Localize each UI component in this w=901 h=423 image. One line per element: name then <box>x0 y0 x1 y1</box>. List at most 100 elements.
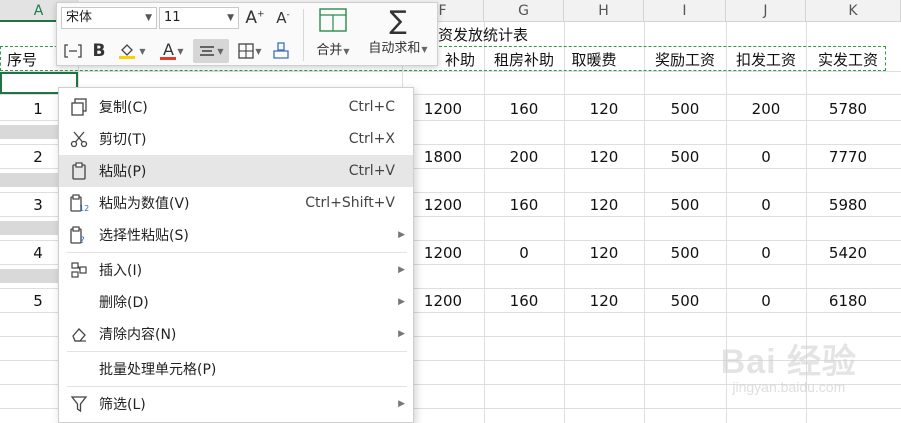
menu-item-paste-values[interactable]: 12 粘贴为数值(V) Ctrl+Shift+V <box>59 187 413 219</box>
grid-line <box>564 22 565 423</box>
autosum-label: 自动求和 <box>368 41 421 56</box>
toolbar-separator <box>303 9 304 61</box>
column-header-i[interactable]: I <box>644 0 726 22</box>
paint-bucket-icon <box>119 44 136 59</box>
cell-allowance[interactable]: 1200 <box>402 240 484 266</box>
merge-cells-icon <box>319 8 347 32</box>
format-brush-button[interactable] <box>61 39 85 63</box>
cell-rent[interactable]: 160 <box>484 96 564 122</box>
menu-item-paste[interactable]: 粘贴(P) Ctrl+V <box>59 155 413 187</box>
chevron-down-icon: ▼ <box>255 46 262 56</box>
cell-heating[interactable]: 120 <box>564 192 644 218</box>
chevron-down-icon: ▼ <box>343 47 350 56</box>
border-grid-icon <box>238 43 255 59</box>
cell-deduction[interactable]: 0 <box>726 240 806 266</box>
merge-label: 合并 <box>316 43 343 58</box>
menu-item-delete[interactable]: 删除(D) ▶ <box>59 286 413 318</box>
chevron-down-icon: ▼ <box>139 46 146 56</box>
border-button[interactable]: ▼ <box>233 39 267 63</box>
cell-bonus[interactable]: 500 <box>644 240 726 266</box>
column-header-g[interactable]: G <box>484 0 564 22</box>
row-band <box>0 125 58 139</box>
cell-rent[interactable]: 0 <box>484 240 564 266</box>
menu-item-copy[interactable]: 复制(C) Ctrl+C <box>59 91 413 123</box>
row-band <box>0 269 58 283</box>
mini-toolbar: 宋体 ▼ 11 ▼ A+ A- B ▼ A ▼ ▼ ▼ 合并▼ ∑ 自动求和▼ <box>56 2 438 66</box>
cell-net-pay[interactable]: 5980 <box>806 192 890 218</box>
watermark-brand: Bai 经验 <box>720 343 857 381</box>
menu-item-clear-contents[interactable]: 清除内容(N) ▶ <box>59 318 413 350</box>
font-name-select[interactable]: 宋体 ▼ <box>61 7 157 29</box>
font-size-select[interactable]: 11 ▼ <box>159 7 239 29</box>
shrink-font-button[interactable]: A- <box>271 6 295 30</box>
cell-allowance[interactable]: 1200 <box>402 96 484 122</box>
baidu-watermark: Bai 经验 jingyan.baidu.com <box>721 334 857 395</box>
format-painter-button[interactable] <box>269 39 293 63</box>
cell-bonus[interactable]: 500 <box>644 96 726 122</box>
font-size-value: 11 <box>164 10 181 25</box>
cell-rent[interactable]: 200 <box>484 144 564 170</box>
font-color-button[interactable]: A ▼ <box>155 39 189 63</box>
cell-net-pay[interactable]: 7770 <box>806 144 890 170</box>
chevron-right-icon: ▶ <box>398 399 405 409</box>
menu-item-label: 选择性粘贴(S) <box>99 228 189 244</box>
row-band <box>0 173 58 187</box>
merge-button[interactable]: 合并▼ <box>307 7 359 58</box>
bold-button[interactable]: B <box>87 39 111 63</box>
grow-font-button[interactable]: A+ <box>243 6 267 30</box>
format-painter-icon <box>273 42 289 59</box>
clipboard-numbers-icon: 12 <box>59 187 99 219</box>
menu-separator <box>67 386 407 387</box>
chevron-right-icon: ▶ <box>398 329 405 339</box>
cell-rent[interactable]: 160 <box>484 288 564 314</box>
grow-font-icon: A+ <box>245 8 265 28</box>
cell-net-pay[interactable]: 6180 <box>806 288 890 314</box>
chevron-down-icon: ▼ <box>145 13 152 23</box>
cell-bonus[interactable]: 500 <box>644 144 726 170</box>
align-center-button[interactable]: ▼ <box>193 39 229 63</box>
cell-heating[interactable]: 120 <box>564 240 644 266</box>
menu-item-shortcut: Ctrl+C <box>348 99 395 115</box>
cell-rent[interactable]: 160 <box>484 192 564 218</box>
menu-item-filter[interactable]: 筛选(L) ▶ <box>59 388 413 420</box>
menu-item-shortcut: Ctrl+V <box>348 163 395 179</box>
chevron-down-icon: ▼ <box>217 46 224 56</box>
shrink-font-icon: A- <box>276 9 290 27</box>
cell-heating[interactable]: 120 <box>564 144 644 170</box>
cell-allowance[interactable]: 1200 <box>402 192 484 218</box>
chevron-down-icon: ▼ <box>421 45 428 54</box>
cell-deduction[interactable]: 0 <box>726 192 806 218</box>
bracket-format-icon <box>64 44 82 58</box>
cell-net-pay[interactable]: 5420 <box>806 240 890 266</box>
align-center-icon <box>200 46 215 56</box>
cell-heating[interactable]: 120 <box>564 96 644 122</box>
cell-bonus[interactable]: 500 <box>644 192 726 218</box>
grid-line <box>644 22 645 423</box>
insert-cells-icon <box>59 254 99 286</box>
menu-separator <box>67 252 407 253</box>
cell-bonus[interactable]: 500 <box>644 288 726 314</box>
cell-allowance[interactable]: 1200 <box>402 288 484 314</box>
menu-separator <box>67 351 407 352</box>
fill-color-button[interactable]: ▼ <box>115 39 149 63</box>
cell-deduction[interactable]: 0 <box>726 144 806 170</box>
bold-label: B <box>92 41 106 61</box>
column-header-j[interactable]: J <box>726 0 806 22</box>
autosum-button[interactable]: ∑ 自动求和▼ <box>361 7 435 56</box>
cell-heating[interactable]: 120 <box>564 288 644 314</box>
cell-deduction[interactable]: 0 <box>726 288 806 314</box>
column-header-h[interactable]: H <box>564 0 644 22</box>
grid-line <box>484 22 485 423</box>
menu-item-label: 插入(I) <box>99 263 143 279</box>
cell-deduction[interactable]: 200 <box>726 96 806 122</box>
cell-allowance[interactable]: 1800 <box>402 144 484 170</box>
cell-net-pay[interactable]: 5780 <box>806 96 890 122</box>
menu-item-insert[interactable]: 插入(I) ▶ <box>59 254 413 286</box>
menu-item-paste-special[interactable]: ? 选择性粘贴(S) ▶ <box>59 219 413 251</box>
menu-item-cut[interactable]: 剪切(T) Ctrl+X <box>59 123 413 155</box>
column-header-k[interactable]: K <box>806 0 901 22</box>
menu-item-batch-cells[interactable]: 批量处理单元格(P) <box>59 353 413 385</box>
chevron-right-icon: ▶ <box>398 265 405 275</box>
chevron-right-icon: ▶ <box>398 297 405 307</box>
sum-icon: ∑ <box>389 6 407 36</box>
